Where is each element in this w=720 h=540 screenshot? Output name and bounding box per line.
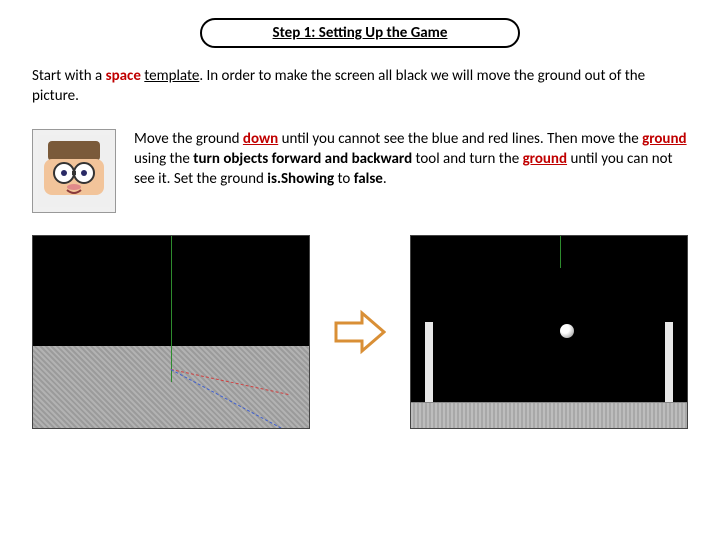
step-header: Step 1: Setting Up the Game — [200, 18, 520, 48]
keyword-false: false — [354, 170, 383, 188]
instruction-text: Move the ground down until you cannot se… — [134, 129, 688, 213]
intro-paragraph: Start with a space template. In order to… — [32, 66, 688, 107]
instr-t4: tool and turn the — [412, 150, 522, 168]
cartoon-face-icon — [38, 135, 110, 207]
instr-t1: Move the ground — [134, 130, 243, 148]
scene2-floor — [411, 402, 687, 428]
keyword-template: template — [144, 67, 199, 85]
character-icon — [32, 129, 116, 213]
instruction-row: Move the ground down until you cannot se… — [32, 129, 688, 213]
keyword-space: space — [106, 67, 141, 85]
keyword-ground-2: ground — [523, 150, 567, 168]
scene2-green-axis — [560, 236, 561, 268]
arrow-icon — [332, 309, 388, 355]
instr-t6: to — [334, 170, 354, 188]
instr-t2: until you cannot see the blue and red li… — [278, 130, 642, 148]
instr-t3: using the — [134, 150, 193, 168]
scene2-left-paddle — [425, 322, 433, 402]
scene2-right-paddle — [665, 322, 673, 402]
scene1-green-axis — [171, 236, 172, 382]
after-scene — [410, 235, 688, 429]
instr-t7: . — [383, 170, 387, 188]
scene2-ball — [560, 324, 574, 338]
keyword-ground-1: ground — [642, 130, 686, 148]
keyword-isshowing: is.Showing — [267, 170, 334, 188]
step-title: Step 1: Setting Up the Game — [273, 24, 448, 42]
keyword-down: down — [243, 130, 278, 148]
keyword-tool: turn objects forward and backward — [193, 150, 412, 168]
intro-text-a: Start with a — [32, 67, 106, 85]
before-scene — [32, 235, 310, 429]
images-row — [32, 235, 688, 429]
